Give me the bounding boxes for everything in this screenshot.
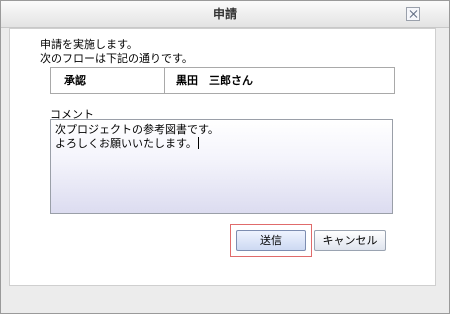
flow-label: 承認 — [64, 74, 86, 87]
close-icon[interactable] — [406, 7, 420, 21]
comment-line-2: よろしくお願いいたします。 — [55, 137, 197, 150]
cancel-button[interactable]: キャンセル — [314, 230, 386, 251]
message-line-2: 次のフローは下記の通りです。 — [40, 52, 193, 65]
dialog-titlebar: 申請 — [1, 1, 449, 28]
approval-flow-table: 承認 黒田 三郎さん — [50, 67, 395, 94]
flow-value-cell: 黒田 三郎さん — [165, 68, 394, 93]
dialog-window: 申請 申請を実施します。 次のフローは下記の通りです。 承認 黒田 三郎さん コ… — [0, 0, 450, 314]
approver-name: 黒田 三郎さん — [176, 74, 253, 87]
comment-textarea[interactable]: 次プロジェクトの参考図書です。 よろしくお願いいたします。 — [50, 119, 393, 214]
text-caret — [197, 137, 199, 149]
send-button[interactable]: 送信 — [236, 230, 306, 251]
comment-line-1: 次プロジェクトの参考図書です。 — [55, 123, 219, 136]
flow-label-cell: 承認 — [51, 68, 165, 93]
dialog-title: 申請 — [212, 7, 237, 21]
